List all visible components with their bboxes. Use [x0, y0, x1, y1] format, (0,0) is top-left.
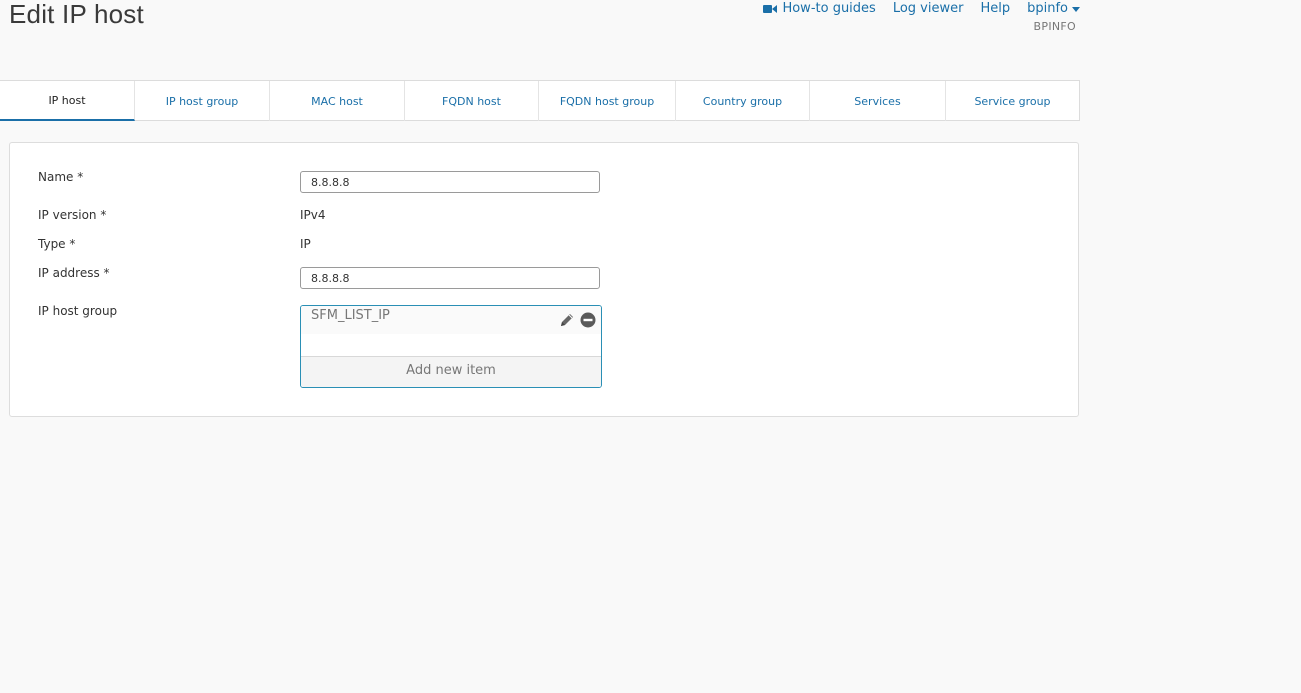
tab-ip-host-group[interactable]: IP host group: [135, 81, 270, 121]
type-value: IP: [300, 237, 311, 251]
help-link[interactable]: Help: [980, 1, 1010, 17]
ip-host-group-list: SFM_LIST_IP Add new item: [300, 305, 602, 388]
ip-address-input[interactable]: [300, 267, 600, 289]
ip-address-label: IP address *: [38, 266, 110, 280]
list-item-label: SFM_LIST_IP: [311, 308, 390, 323]
log-viewer-link[interactable]: Log viewer: [893, 1, 964, 17]
page-title: Edit IP host: [9, 0, 144, 29]
minus-circle-icon[interactable]: [580, 312, 596, 328]
chevron-down-icon: [1072, 7, 1080, 12]
how-to-guides-link[interactable]: How-to guides: [763, 1, 876, 17]
tab-fqdn-host[interactable]: FQDN host: [405, 81, 539, 121]
tab-bar: IP host IP host group MAC host FQDN host…: [0, 80, 1080, 121]
tab-ip-host[interactable]: IP host: [0, 81, 135, 121]
tab-services[interactable]: Services: [810, 81, 946, 121]
how-to-guides-label: How-to guides: [782, 1, 876, 16]
user-name: bpinfo: [1027, 1, 1068, 16]
tab-mac-host[interactable]: MAC host: [270, 81, 405, 121]
list-item: SFM_LIST_IP: [301, 306, 601, 334]
ip-host-group-label: IP host group: [38, 304, 118, 318]
tab-country-group[interactable]: Country group: [676, 81, 810, 121]
pencil-icon[interactable]: [559, 312, 575, 328]
tab-service-group[interactable]: Service group: [946, 81, 1079, 121]
ip-version-value: IPv4: [300, 208, 326, 222]
tab-fqdn-host-group[interactable]: FQDN host group: [539, 81, 676, 121]
tenant-label: BPINFO: [1033, 20, 1076, 33]
name-label: Name *: [38, 170, 84, 184]
type-label: Type *: [38, 237, 76, 251]
video-camera-icon: [763, 5, 778, 13]
edit-ip-host-form: Name * IP version * IPv4 Type * IP IP ad…: [9, 142, 1079, 417]
user-menu[interactable]: bpinfo: [1027, 1, 1080, 17]
name-input[interactable]: [300, 171, 600, 193]
top-navigation: How-to guides Log viewer Help bpinfo: [763, 1, 1080, 17]
ip-version-label: IP version *: [38, 208, 107, 222]
add-new-item-button[interactable]: Add new item: [301, 356, 601, 387]
